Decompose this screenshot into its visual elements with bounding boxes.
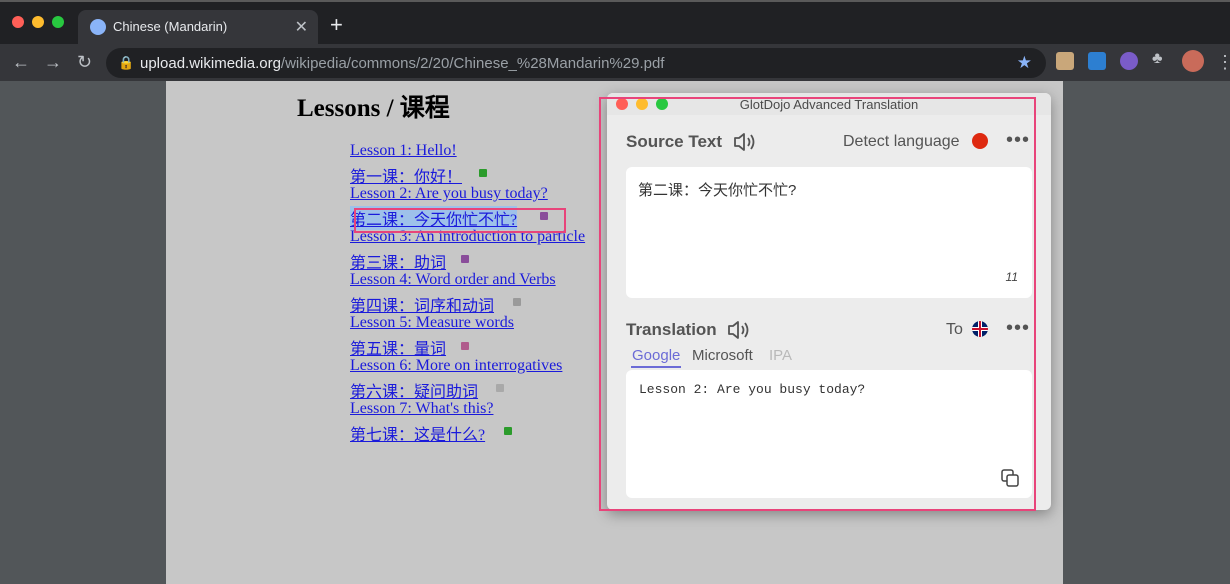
window-close-button[interactable] xyxy=(12,16,24,28)
lesson-link[interactable]: 第五课：量词 xyxy=(350,335,446,359)
attachment-icon xyxy=(496,384,504,392)
lesson-link[interactable]: Lesson 4: Word order and Verbs xyxy=(350,271,556,289)
url-text[interactable]: upload.wikimedia.org/wikipedia/commons/2… xyxy=(140,55,664,72)
lock-icon: 🔒 xyxy=(118,55,135,70)
lesson-link[interactable]: Lesson 6: More on interrogatives xyxy=(350,357,562,375)
browser-menu-icon[interactable]: ⋮ xyxy=(1216,52,1230,72)
window-maximize-button[interactable] xyxy=(52,16,64,28)
reload-button[interactable]: ↻ xyxy=(77,52,92,72)
browser-tab[interactable]: Chinese (Mandarin) ✕ xyxy=(78,10,318,44)
attachment-icon xyxy=(461,342,469,350)
lesson-link[interactable]: Lesson 2: Are you busy today? xyxy=(350,185,548,203)
address-bar[interactable]: 🔒 upload.wikimedia.org/wikipedia/commons… xyxy=(106,48,1046,78)
tab-title: Chinese (Mandarin) xyxy=(113,19,228,34)
browser-toolbar: ← → ↻ 🔒 upload.wikimedia.org/wikipedia/c… xyxy=(0,44,1230,81)
attachment-icon xyxy=(513,298,521,306)
attachment-icon xyxy=(504,427,512,435)
url-host: upload.wikimedia.org xyxy=(140,55,281,72)
lesson-link[interactable]: 第七课：这是什么? xyxy=(350,421,485,445)
tab-close-icon[interactable]: ✕ xyxy=(295,17,308,37)
profile-avatar[interactable] xyxy=(1182,50,1204,72)
wikimedia-favicon-icon xyxy=(90,19,106,35)
bookmark-star-icon[interactable]: ★ xyxy=(1017,53,1032,73)
selection-highlight-box xyxy=(354,208,566,233)
lesson-link[interactable]: Lesson 1: Hello! xyxy=(350,142,457,160)
forward-button[interactable]: → xyxy=(44,52,62,72)
browser-titlebar: Chinese (Mandarin) ✕ + xyxy=(0,0,1230,44)
lesson-link[interactable]: 第四课：词序和动词 xyxy=(350,292,494,316)
attachment-icon xyxy=(461,255,469,263)
lesson-link[interactable]: 第三课：助词 xyxy=(350,249,446,273)
back-button[interactable]: ← xyxy=(12,52,30,72)
lesson-link[interactable]: Lesson 7: What's this? xyxy=(350,400,493,418)
extension-icon[interactable] xyxy=(1056,52,1074,70)
page-heading: Lessons / 课程 xyxy=(297,95,450,122)
attachment-icon xyxy=(479,169,487,177)
titlebar-top-border xyxy=(0,0,1230,2)
new-tab-button[interactable]: + xyxy=(330,14,343,36)
url-path: /wikipedia/commons/2/20/Chinese_%28Manda… xyxy=(280,55,665,72)
ninja-extension-icon[interactable] xyxy=(1120,52,1138,70)
glotdojo-highlight-frame xyxy=(599,97,1036,511)
lesson-link[interactable]: Lesson 5: Measure words xyxy=(350,314,514,332)
window-minimize-button[interactable] xyxy=(32,16,44,28)
lesson-link[interactable]: 第六课：疑问助词 xyxy=(350,378,478,402)
water-drop-extension-icon[interactable] xyxy=(1088,52,1106,70)
lesson-link[interactable]: 第一课：你好！ xyxy=(350,163,462,187)
puzzle-extensions-icon[interactable]: ♣ xyxy=(1152,50,1170,68)
